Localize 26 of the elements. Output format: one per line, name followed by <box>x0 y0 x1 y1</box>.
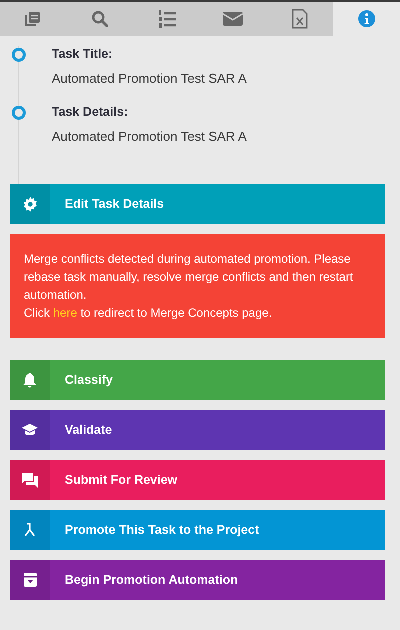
alert-redirect-text: Click here to redirect to Merge Concepts page. <box>24 305 274 322</box>
graduation-cap-icon <box>22 424 38 436</box>
field-label: Task Title: <box>52 47 114 61</box>
action-button[interactable]: Validate <box>10 410 385 450</box>
timeline-dot <box>12 48 26 62</box>
chat-icon <box>22 472 38 488</box>
bell-icon <box>23 372 37 388</box>
action-button[interactable]: Promote This Task to the Project <box>10 510 385 550</box>
field-label: Task Details: <box>52 105 130 119</box>
document-icon <box>24 10 42 28</box>
tab[interactable] <box>333 2 400 36</box>
edit-task-details-button[interactable]: Edit Task Details <box>10 184 385 224</box>
search-icon <box>91 10 109 28</box>
action-button[interactable]: Submit For Review <box>10 460 385 500</box>
field-value: Automated Promotion Test SAR A <box>52 71 247 86</box>
info-icon <box>358 10 376 28</box>
field-value: Automated Promotion Test SAR A <box>52 129 247 144</box>
alert-message: Merge conflicts detected during automated promotion. Please rebase task manually, resolve merge conflicts and then restart automation. <box>24 251 354 304</box>
action-button[interactable]: Classify <box>10 360 385 400</box>
merge-icon <box>24 523 36 537</box>
redirect-link[interactable]: here <box>53 306 78 320</box>
timeline-dot <box>12 106 26 120</box>
action-button[interactable]: Begin Promotion Automation <box>10 560 385 600</box>
gear-icon <box>22 196 38 212</box>
archive-icon <box>24 573 36 587</box>
mail-icon <box>223 11 244 27</box>
